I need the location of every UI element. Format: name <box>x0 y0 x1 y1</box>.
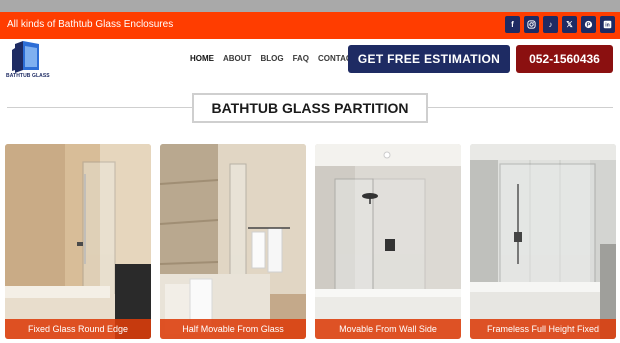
nav-faq[interactable]: FAQ <box>293 54 309 63</box>
facebook-icon[interactable]: f <box>505 16 520 33</box>
svg-text:in: in <box>605 23 609 29</box>
svg-text:P: P <box>587 23 591 29</box>
nav-blog[interactable]: BLOG <box>260 54 283 63</box>
product-caption: Frameless Full Height Fixed <box>470 319 616 339</box>
product-photo <box>470 144 616 339</box>
product-photo <box>315 144 461 339</box>
social-links: f ♪ 𝕏 P in <box>505 16 615 33</box>
phone-button[interactable]: 052-1560436 <box>516 45 613 73</box>
browser-top-strip <box>0 0 620 12</box>
pinterest-icon[interactable]: P <box>581 16 596 33</box>
section-divider-right <box>428 107 613 108</box>
main-nav: HOME ABOUT BLOG FAQ CONTACT <box>190 54 357 63</box>
product-caption: Movable From Wall Side <box>315 319 461 339</box>
product-photo <box>5 144 151 339</box>
tagline: All kinds of Bathtub Glass Enclosures <box>7 19 174 30</box>
product-card-fixed-glass[interactable]: Fixed Glass Round Edge <box>5 144 151 339</box>
get-free-estimation-button[interactable]: GET FREE ESTIMATION <box>348 45 510 73</box>
x-icon[interactable]: 𝕏 <box>562 16 577 33</box>
nav-home[interactable]: HOME <box>190 54 214 63</box>
product-caption: Fixed Glass Round Edge <box>5 319 151 339</box>
logo-text: BATHTUB GLASS <box>6 73 50 79</box>
section-divider-left <box>7 107 192 108</box>
linkedin-icon[interactable]: in <box>600 16 615 33</box>
instagram-icon[interactable] <box>524 16 539 33</box>
product-card-frameless-full-height[interactable]: Frameless Full Height Fixed <box>470 144 616 339</box>
product-caption: Half Movable From Glass <box>160 319 306 339</box>
product-photo <box>160 144 306 339</box>
nav-about[interactable]: ABOUT <box>223 54 251 63</box>
product-card-movable-wall-side[interactable]: Movable From Wall Side <box>315 144 461 339</box>
product-card-half-movable[interactable]: Half Movable From Glass <box>160 144 306 339</box>
tiktok-icon[interactable]: ♪ <box>543 16 558 33</box>
top-bar: All kinds of Bathtub Glass Enclosures f … <box>0 12 620 39</box>
section-title: BATHTUB GLASS PARTITION <box>192 93 428 123</box>
